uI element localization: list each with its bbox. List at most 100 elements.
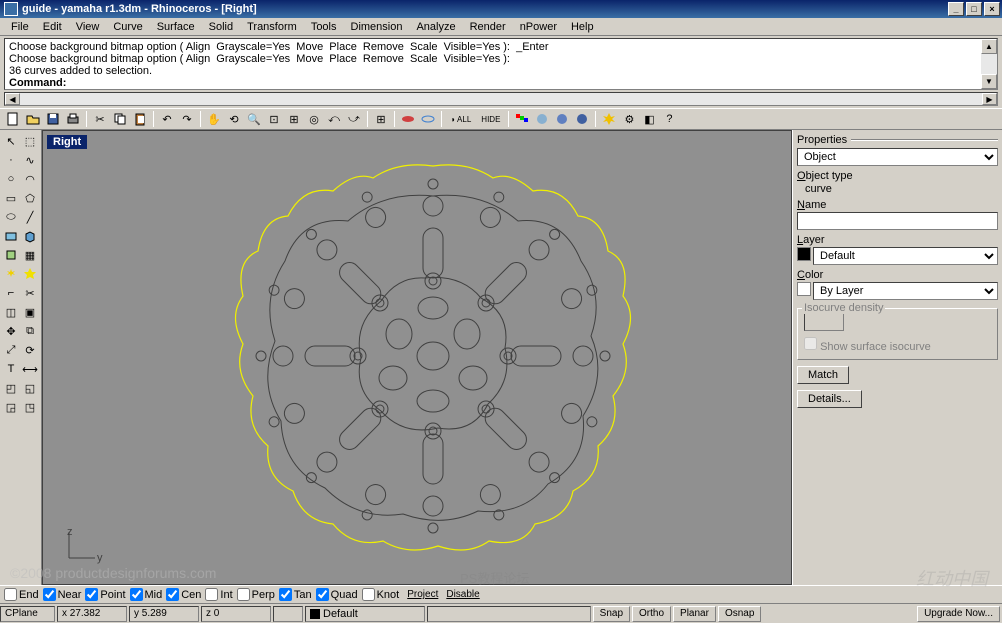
line-icon[interactable]: ╱ bbox=[21, 208, 39, 226]
hide-icon[interactable]: HIDE bbox=[477, 110, 504, 128]
status-planar[interactable]: Planar bbox=[673, 606, 716, 622]
tool2-icon[interactable]: ▣ bbox=[21, 303, 39, 321]
render-icon[interactable] bbox=[533, 110, 551, 128]
box-icon[interactable] bbox=[2, 246, 20, 264]
osnap-mid[interactable]: Mid bbox=[130, 588, 163, 601]
surface-icon[interactable] bbox=[2, 227, 20, 245]
circle-icon[interactable]: ○ bbox=[2, 170, 20, 188]
osnap-near[interactable]: Near bbox=[43, 588, 82, 601]
redo-icon[interactable]: ↷ bbox=[178, 110, 196, 128]
zoom-icon[interactable]: 🔍 bbox=[245, 110, 263, 128]
osnap-int[interactable]: Int bbox=[205, 588, 232, 601]
zoom-window-icon[interactable]: ⊞ bbox=[285, 110, 303, 128]
menu-dimension[interactable]: Dimension bbox=[344, 19, 410, 35]
tool3-icon[interactable]: ◰ bbox=[2, 379, 20, 397]
zoom-extents-icon[interactable]: ⊡ bbox=[265, 110, 283, 128]
four-view-icon[interactable]: ⊞ bbox=[372, 110, 390, 128]
menu-render[interactable]: Render bbox=[463, 19, 513, 35]
ellipse-icon[interactable]: ⬭ bbox=[2, 208, 20, 226]
fillet-icon[interactable]: ⌐ bbox=[2, 284, 20, 302]
dim-icon[interactable]: ⟷ bbox=[21, 360, 39, 378]
minimize-button[interactable]: _ bbox=[948, 2, 964, 16]
maximize-button[interactable]: □ bbox=[966, 2, 982, 16]
close-button[interactable]: × bbox=[984, 2, 1000, 16]
command-scrollbar[interactable]: ▲ ▼ bbox=[981, 39, 997, 89]
copy-icon[interactable] bbox=[111, 110, 129, 128]
osnap-point[interactable]: Point bbox=[85, 588, 125, 601]
scroll-left-icon[interactable]: ◀ bbox=[5, 93, 20, 105]
hscroll-track[interactable] bbox=[20, 93, 982, 105]
cut-icon[interactable]: ✂ bbox=[91, 110, 109, 128]
curve-icon[interactable]: ∿ bbox=[21, 151, 39, 169]
rotate2-icon[interactable]: ⟳ bbox=[21, 341, 39, 359]
shade-icon[interactable] bbox=[399, 110, 417, 128]
object-selector[interactable]: Object bbox=[797, 148, 998, 166]
menu-edit[interactable]: Edit bbox=[36, 19, 69, 35]
move-icon[interactable]: ✥ bbox=[2, 322, 20, 340]
status-ortho[interactable]: Ortho bbox=[632, 606, 671, 622]
point-icon[interactable]: · bbox=[2, 151, 20, 169]
status-snap[interactable]: Snap bbox=[593, 606, 630, 622]
status-layer[interactable]: Default bbox=[305, 606, 425, 622]
layers-icon[interactable] bbox=[513, 110, 531, 128]
zoom-selected-icon[interactable]: ◎ bbox=[305, 110, 323, 128]
explode2-icon[interactable] bbox=[2, 265, 20, 283]
copy2-icon[interactable]: ⧉ bbox=[21, 322, 39, 340]
solid-icon[interactable] bbox=[21, 227, 39, 245]
pan-icon[interactable]: ✋ bbox=[205, 110, 223, 128]
menu-tools[interactable]: Tools bbox=[304, 19, 344, 35]
arc-icon[interactable]: ◠ bbox=[21, 170, 39, 188]
polygon-icon[interactable]: ⬠ bbox=[21, 189, 39, 207]
details-button[interactable]: Details... bbox=[797, 390, 862, 408]
open-icon[interactable] bbox=[24, 110, 42, 128]
menu-file[interactable]: File bbox=[4, 19, 36, 35]
osnap-knot[interactable]: Knot bbox=[362, 588, 400, 601]
mesh-icon[interactable]: ▦ bbox=[21, 246, 39, 264]
command-hscroll[interactable]: ◀ ▶ bbox=[4, 92, 998, 106]
text-icon[interactable]: T bbox=[2, 360, 20, 378]
save-icon[interactable] bbox=[44, 110, 62, 128]
lasso-icon[interactable]: ⬚ bbox=[21, 132, 39, 150]
tool5-icon[interactable]: ◲ bbox=[2, 398, 20, 416]
paste-icon[interactable] bbox=[131, 110, 149, 128]
rect-icon[interactable]: ▭ bbox=[2, 189, 20, 207]
new-icon[interactable] bbox=[4, 110, 22, 128]
menu-view[interactable]: View bbox=[69, 19, 107, 35]
scroll-track[interactable] bbox=[981, 54, 997, 74]
scroll-down-icon[interactable]: ▼ bbox=[981, 74, 997, 89]
osnap-end[interactable]: End bbox=[4, 588, 39, 601]
redo-view-icon[interactable]: ⤻ bbox=[345, 110, 363, 128]
menu-transform[interactable]: Transform bbox=[240, 19, 304, 35]
viewport[interactable]: Right bbox=[42, 130, 792, 585]
sphere-icon[interactable] bbox=[553, 110, 571, 128]
match-button[interactable]: Match bbox=[797, 366, 849, 384]
show-all-icon[interactable]: ◑ ALL bbox=[446, 110, 475, 128]
wire-icon[interactable] bbox=[419, 110, 437, 128]
scroll-up-icon[interactable]: ▲ bbox=[981, 39, 997, 54]
status-osnap[interactable]: Osnap bbox=[718, 606, 761, 622]
pointer-icon[interactable]: ↖ bbox=[2, 132, 20, 150]
options-icon[interactable] bbox=[573, 110, 591, 128]
rotate-icon[interactable]: ⟲ bbox=[225, 110, 243, 128]
menu-curve[interactable]: Curve bbox=[106, 19, 149, 35]
explode-icon[interactable] bbox=[600, 110, 618, 128]
join-icon[interactable]: ⚙ bbox=[620, 110, 638, 128]
print-icon[interactable] bbox=[64, 110, 82, 128]
layer-select[interactable]: Default bbox=[813, 247, 998, 265]
upgrade-button[interactable]: Upgrade Now... bbox=[917, 606, 1000, 622]
osnap-tan[interactable]: Tan bbox=[279, 588, 312, 601]
tool1-icon[interactable]: ◫ bbox=[2, 303, 20, 321]
menu-solid[interactable]: Solid bbox=[202, 19, 240, 35]
trim-icon[interactable]: ✂ bbox=[21, 284, 39, 302]
tool4-icon[interactable]: ◱ bbox=[21, 379, 39, 397]
osnap-disable[interactable]: Disable bbox=[446, 589, 479, 600]
menu-analyze[interactable]: Analyze bbox=[409, 19, 462, 35]
misc-icon[interactable]: ◧ bbox=[640, 110, 658, 128]
name-input[interactable] bbox=[797, 212, 998, 230]
color-select[interactable]: By Layer bbox=[813, 282, 998, 300]
menu-help[interactable]: Help bbox=[564, 19, 601, 35]
menu-surface[interactable]: Surface bbox=[150, 19, 202, 35]
osnap-cen[interactable]: Cen bbox=[166, 588, 201, 601]
menu-npower[interactable]: nPower bbox=[513, 19, 564, 35]
viewport-label[interactable]: Right bbox=[47, 135, 87, 149]
